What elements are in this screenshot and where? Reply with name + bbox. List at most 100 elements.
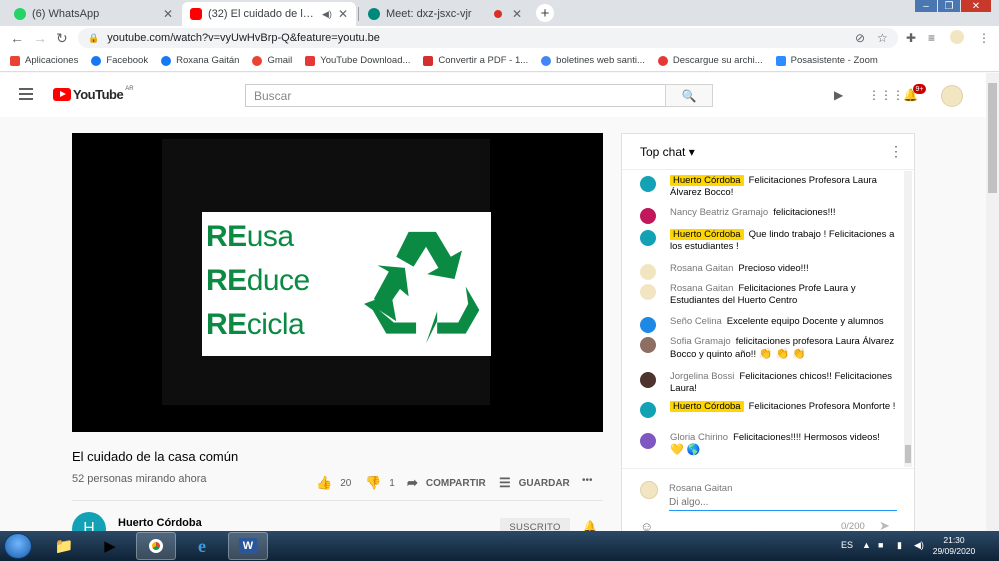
lock-icon: 🔒 [88,32,100,43]
apps-grid-icon [10,55,20,66]
scroll-thumb[interactable] [905,445,911,463]
search-button[interactable]: 🔍 [665,84,713,107]
facebook-icon [91,55,102,66]
chrome-icon[interactable] [136,532,176,560]
youtube-icon [190,8,202,20]
tab-whatsapp[interactable]: (6) WhatsApp ✕ [6,2,181,26]
bookmark-apps[interactable]: Aplicaciones [10,55,78,66]
avatar [640,372,656,388]
forward-icon[interactable]: → [33,30,47,46]
bookmarks-bar: Aplicaciones Facebook Roxana Gaitán Gmai… [0,50,999,72]
bookmark-youtube-download[interactable]: YouTube Download... [305,55,410,66]
download-icon [305,55,316,66]
bookmark-boletines[interactable]: boletines web santi... [541,55,645,66]
tray-app-icon[interactable]: ■ [878,540,883,550]
tracking-off-icon[interactable]: ⊘ [855,31,865,45]
chat-mode-dropdown[interactable]: Top chat ▾ [640,145,695,159]
share-button[interactable]: ➦ COMPARTIR [407,475,486,491]
google-icon [252,55,263,66]
extensions-icon[interactable]: ✚ [906,31,916,45]
watching-count: 52 personas mirando ahora [72,473,207,485]
avatar [640,230,656,246]
profile-avatar[interactable] [950,30,964,44]
bookmark-zoom[interactable]: Posasistente - Zoom [775,55,878,66]
search-icon: 🔍 [681,88,697,103]
dislike-button[interactable]: 👎 1 [365,475,395,491]
chat-scrollbar[interactable] [904,171,912,467]
chat-messages[interactable]: Huerto Córdoba Felicitaciones Profesora L… [622,171,902,467]
star-icon[interactable]: ☆ [877,31,888,45]
chat-header: Top chat ▾ ⋮ [622,134,914,170]
thumbs-up-icon: 👍 [316,475,333,490]
youtube-logo[interactable]: YouTube AR [53,86,134,102]
apps-grid-icon[interactable]: ⋮⋮⋮ [868,88,904,102]
pdf-icon [423,55,434,66]
avatar [640,337,656,353]
avatar [640,264,656,280]
slide-line-reusa: REusa [206,220,294,253]
slide-line-recicla: REcicla [206,308,305,341]
avatar [640,208,656,224]
close-window-icon[interactable]: ✕ [961,0,991,12]
minimize-icon[interactable]: – [915,0,937,12]
bookmark-facebook[interactable]: Facebook [91,55,148,66]
bookmark-pdf[interactable]: Convertir a PDF - 1... [423,55,528,66]
avatar [640,176,656,192]
new-tab-button[interactable]: + [536,4,554,22]
volume-icon[interactable]: ◀) [914,540,924,551]
meet-icon [368,8,380,20]
network-icon[interactable]: ▮ [897,540,902,551]
whatsapp-icon [14,8,26,20]
channel-name[interactable]: Huerto Córdoba [118,517,202,529]
search-input[interactable]: Buscar [245,84,666,107]
page-scrollbar[interactable] [986,73,999,531]
account-avatar[interactable] [941,85,963,107]
start-button[interactable] [4,533,32,559]
scroll-thumb[interactable] [988,83,997,193]
facebook-icon [161,55,172,66]
taskbar-clock[interactable]: 21:30 29/09/2020 [930,535,978,557]
close-icon[interactable]: ✕ [338,7,348,21]
address-bar[interactable]: 🔒 youtube.com/watch?v=vyUwHvBrp-Q&featur… [78,28,898,48]
clapping-emoji: 👏 👏 👏 [758,348,806,360]
like-button[interactable]: 👍 20 [316,475,351,491]
recycle-icon [364,231,480,344]
more-actions-icon[interactable]: ••• [582,475,593,486]
speaker-icon[interactable]: ◀) [322,9,332,20]
bookmark-gmail[interactable]: Gmail [252,55,292,66]
video-title: El cuidado de la casa común [72,449,239,464]
bookmark-descargue[interactable]: Descargue su archi... [657,55,763,66]
chat-input[interactable] [669,495,897,511]
media-control-icon[interactable]: ≡ [928,31,935,45]
internet-explorer-icon[interactable]: e [182,532,222,560]
share-icon: ➦ [407,475,418,490]
tab-meet[interactable]: Meet: dxz-jsxc-vjr ✕ [360,2,530,26]
avatar [640,433,656,449]
avatar [640,481,658,499]
back-icon[interactable]: ← [10,30,24,46]
hamburger-menu-icon[interactable] [19,88,33,103]
show-hidden-icons-icon[interactable]: ▲ [862,540,871,550]
menu-icon[interactable]: ⋮ [978,31,990,45]
slide-line-reduce: REduce [206,264,310,297]
create-video-icon[interactable]: ▶︎ [834,88,843,102]
language-indicator[interactable]: ES [841,540,853,550]
reload-icon[interactable]: ↻ [56,30,68,47]
thumbs-down-icon: 👎 [365,475,382,490]
media-player-icon[interactable]: ▶ [90,532,130,560]
divider [72,500,603,501]
browser-tabstrip: (6) WhatsApp ✕ (32) El cuidado de la cas… [0,0,999,26]
close-icon[interactable]: ✕ [163,7,173,21]
bookmark-roxana[interactable]: Roxana Gaitán [161,55,239,66]
folder-icon[interactable]: 📁 [44,532,84,560]
tab-youtube[interactable]: (32) El cuidado de la casa co ◀) ✕ [182,2,356,26]
word-icon[interactable]: W [228,532,268,560]
heart-globe-emoji: 💛 🌎 [670,444,701,456]
close-icon[interactable]: ✕ [512,7,522,21]
google-icon [541,55,552,66]
chat-menu-icon[interactable]: ⋮ [889,143,903,160]
notification-badge: 9+ [913,84,926,94]
save-button[interactable]: ☰ GUARDAR [499,475,570,491]
restore-icon[interactable]: ❐ [938,0,960,12]
url-text: youtube.com/watch?v=vyUwHvBrp-Q&feature=… [107,32,380,44]
